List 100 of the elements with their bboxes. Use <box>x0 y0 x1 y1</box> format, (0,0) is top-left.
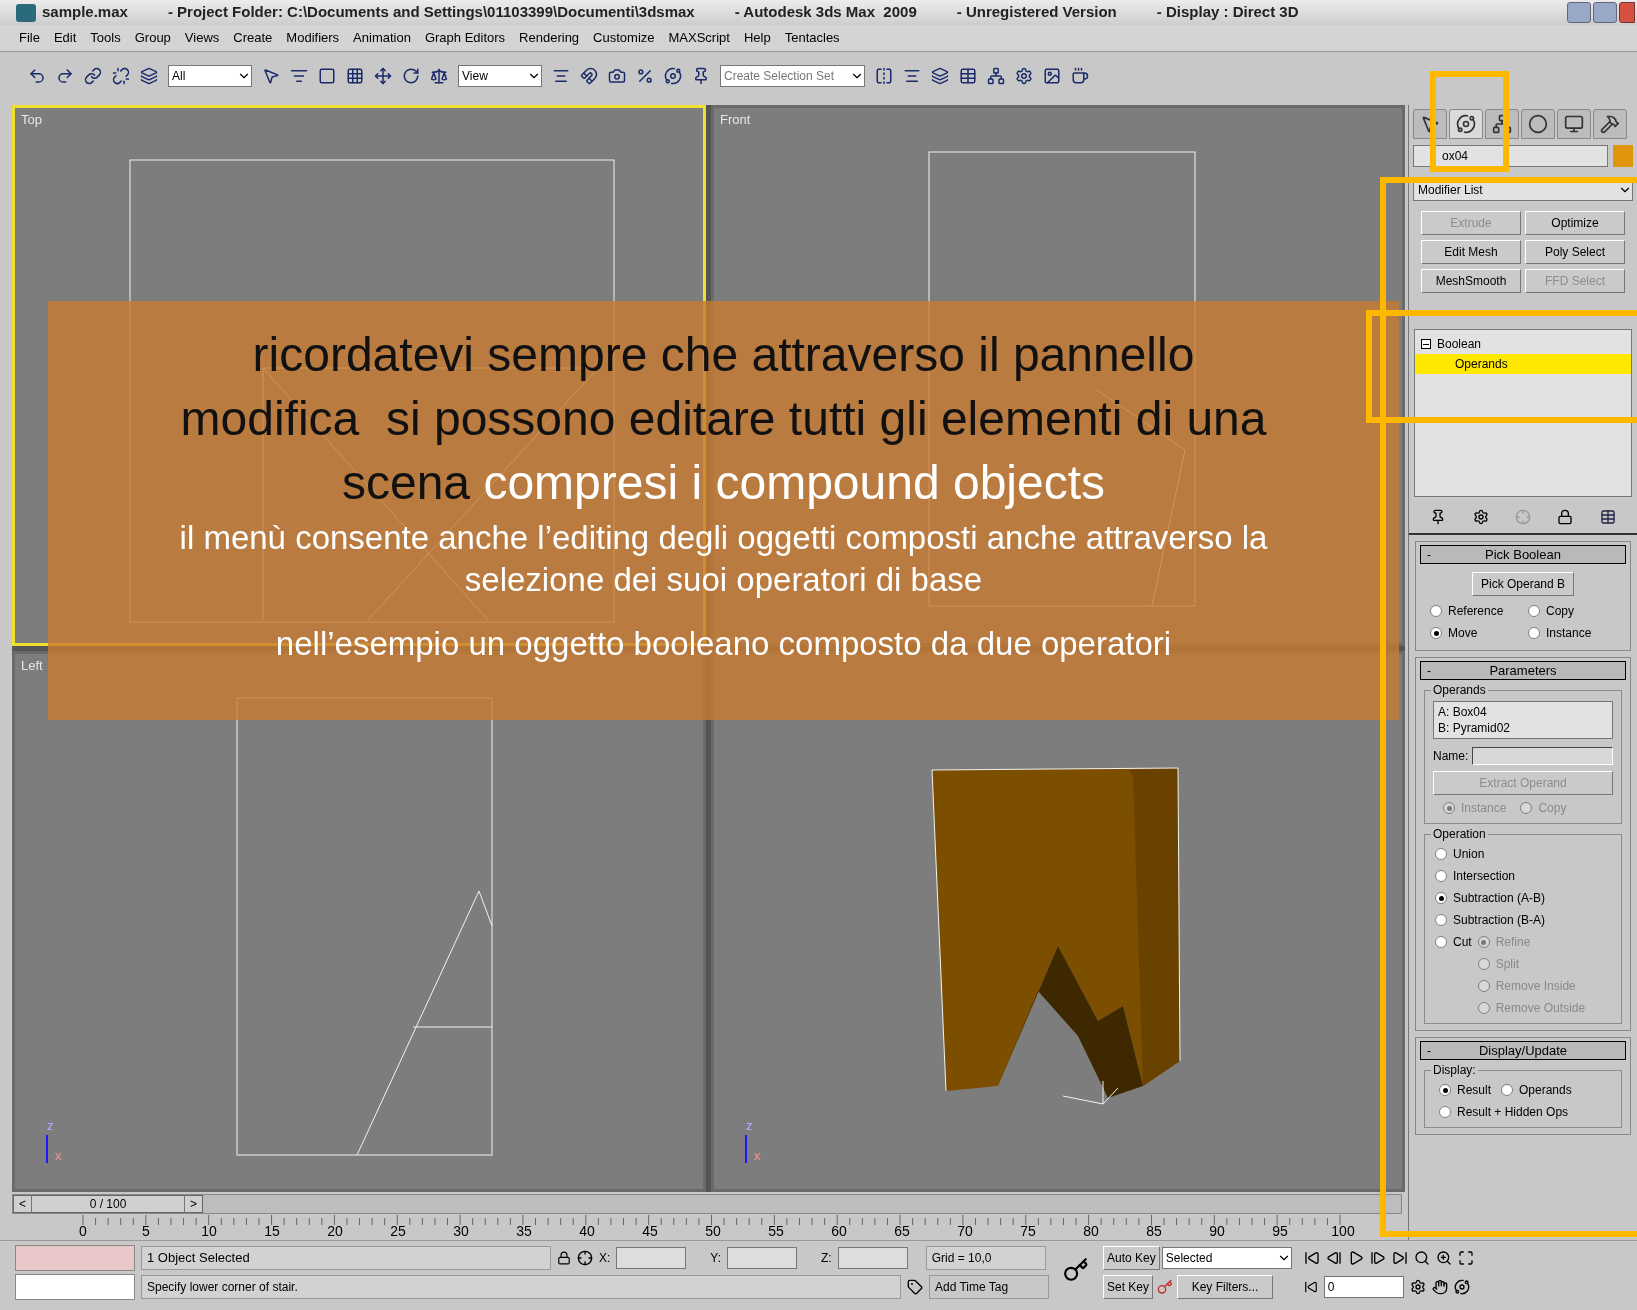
key-icon[interactable] <box>1063 1257 1089 1283</box>
menu-item[interactable]: Help <box>736 28 778 48</box>
panel-button[interactable]: Optimize <box>1525 211 1625 235</box>
snap-icon[interactable] <box>580 66 598 85</box>
object-name-field[interactable]: ox04 <box>1413 145 1608 167</box>
zoom-extents-icon[interactable] <box>1457 1250 1474 1266</box>
panel-button[interactable]: Set Key <box>1103 1275 1154 1299</box>
radio-button[interactable] <box>1435 892 1447 904</box>
rollout-header[interactable]: - Parameters <box>1420 661 1626 680</box>
schematic-icon[interactable] <box>987 66 1005 85</box>
menu-item[interactable]: Tentacles <box>777 28 847 48</box>
absolute-mode-icon[interactable] <box>577 1250 593 1266</box>
menu-item[interactable]: Customize <box>586 28 662 48</box>
panel-button[interactable]: Key Filters... <box>1177 1275 1274 1299</box>
prev-frame-button[interactable]: < <box>14 1195 32 1213</box>
time-tag-icon[interactable] <box>907 1279 923 1295</box>
go-to-end-icon[interactable] <box>1391 1250 1408 1266</box>
key-mode-icon[interactable] <box>1303 1280 1318 1294</box>
command-tab[interactable] <box>1521 109 1555 139</box>
radio-button[interactable] <box>1528 605 1540 617</box>
expand-toggle[interactable] <box>1421 339 1431 349</box>
move-icon[interactable] <box>374 66 392 85</box>
radio-button[interactable] <box>1439 1106 1451 1118</box>
layer-icon[interactable] <box>931 66 949 85</box>
radio-button[interactable] <box>1435 936 1447 948</box>
operand-item[interactable]: B: Pyramid02 <box>1438 720 1608 736</box>
command-tab[interactable] <box>1557 109 1591 139</box>
menu-item[interactable]: Edit <box>46 28 84 48</box>
panel-button[interactable]: Auto Key <box>1103 1246 1160 1270</box>
render-icon[interactable] <box>1043 66 1061 85</box>
menu-item[interactable]: Modifiers <box>279 28 347 48</box>
radio-button[interactable] <box>1501 1084 1513 1096</box>
command-tab[interactable] <box>1593 109 1627 139</box>
menu-item[interactable]: Rendering <box>512 28 587 48</box>
name-field[interactable] <box>1472 747 1613 765</box>
coordinate-field[interactable] <box>616 1247 687 1269</box>
panel-button[interactable]: Poly Select <box>1525 240 1625 264</box>
radio-button[interactable] <box>1435 848 1447 860</box>
filter-dropdown[interactable]: All <box>168 64 252 87</box>
layers-icon[interactable] <box>140 66 158 85</box>
link-icon[interactable] <box>84 66 102 85</box>
unlink-icon[interactable] <box>112 66 130 85</box>
operand-item[interactable]: A: Box04 <box>1438 704 1608 720</box>
go-to-start-icon[interactable] <box>1303 1250 1320 1266</box>
selection-set-dropdown[interactable]: Create Selection Set <box>720 64 865 87</box>
panel-button[interactable]: Pick Operand B <box>1471 572 1574 596</box>
next-frame-icon[interactable] <box>1369 1250 1386 1266</box>
menu-item[interactable]: Graph Editors <box>417 28 513 48</box>
menu-item[interactable]: MAXScript <box>661 28 737 48</box>
key-mode-dropdown[interactable]: Selected <box>1161 1247 1292 1269</box>
stack-item[interactable]: Boolean <box>1415 334 1631 354</box>
rollout-header[interactable]: - Display/Update <box>1420 1041 1626 1060</box>
radio-button[interactable] <box>1435 914 1447 926</box>
coordinate-dropdown[interactable]: View <box>458 64 542 87</box>
pin-icon[interactable] <box>692 66 710 85</box>
radio-button[interactable] <box>1439 1084 1451 1096</box>
menu-item[interactable]: Tools <box>83 28 128 48</box>
frame-field[interactable]: 0 <box>1323 1276 1404 1298</box>
redo-icon[interactable] <box>56 66 74 85</box>
table-icon[interactable] <box>959 66 977 85</box>
add-time-tag-button[interactable]: Add Time Tag <box>929 1275 1049 1299</box>
listener-field[interactable] <box>15 1245 135 1271</box>
stack-item[interactable]: Operands <box>1415 354 1631 374</box>
panel-button[interactable]: Edit Mesh <box>1421 240 1521 264</box>
menu-item[interactable]: Create <box>226 28 280 48</box>
panel-button[interactable]: MeshSmooth <box>1421 269 1521 293</box>
time-slider-thumb[interactable]: < 0 / 100 > <box>13 1195 203 1213</box>
radio-button[interactable] <box>1528 627 1540 639</box>
color-swatch[interactable] <box>1613 145 1633 167</box>
listener-output[interactable] <box>15 1274 135 1300</box>
menu-item[interactable]: File <box>12 28 47 48</box>
set-key-icon[interactable] <box>1157 1279 1174 1295</box>
rectangle-select-icon[interactable] <box>318 66 336 85</box>
lock-icon[interactable] <box>557 1251 571 1265</box>
command-tab[interactable] <box>1449 109 1483 139</box>
rollout-header[interactable]: - Pick Boolean <box>1420 545 1626 564</box>
camera-icon[interactable] <box>608 66 626 85</box>
pan-icon[interactable] <box>1431 1279 1448 1295</box>
next-frame-button[interactable]: > <box>184 1195 202 1213</box>
zoom-icon[interactable] <box>1413 1250 1430 1266</box>
menu-item[interactable]: Views <box>177 28 227 48</box>
percent-icon[interactable] <box>636 66 654 85</box>
undo-icon[interactable] <box>28 66 46 85</box>
spinner-icon[interactable] <box>664 66 682 85</box>
radio-button[interactable] <box>1430 605 1442 617</box>
time-config-icon[interactable] <box>1409 1279 1426 1295</box>
orbit-icon[interactable] <box>1453 1279 1470 1295</box>
radio-button[interactable] <box>1435 870 1447 882</box>
menu-item[interactable]: Group <box>127 28 178 48</box>
rotate-icon[interactable] <box>402 66 420 85</box>
grid-icon[interactable] <box>346 66 364 85</box>
configure-icon[interactable] <box>1599 509 1616 525</box>
zoom-all-icon[interactable] <box>1435 1250 1452 1266</box>
operand-list[interactable]: A: Box04 B: Pyramid02 <box>1433 701 1613 739</box>
scale-icon[interactable] <box>430 66 448 85</box>
coordinate-field[interactable] <box>837 1247 908 1269</box>
menu-item[interactable]: Animation <box>346 28 418 48</box>
time-slider[interactable]: < 0 / 100 > <box>12 1194 1402 1214</box>
pointer-icon[interactable] <box>262 66 280 85</box>
previous-frame-icon[interactable] <box>1325 1250 1342 1266</box>
